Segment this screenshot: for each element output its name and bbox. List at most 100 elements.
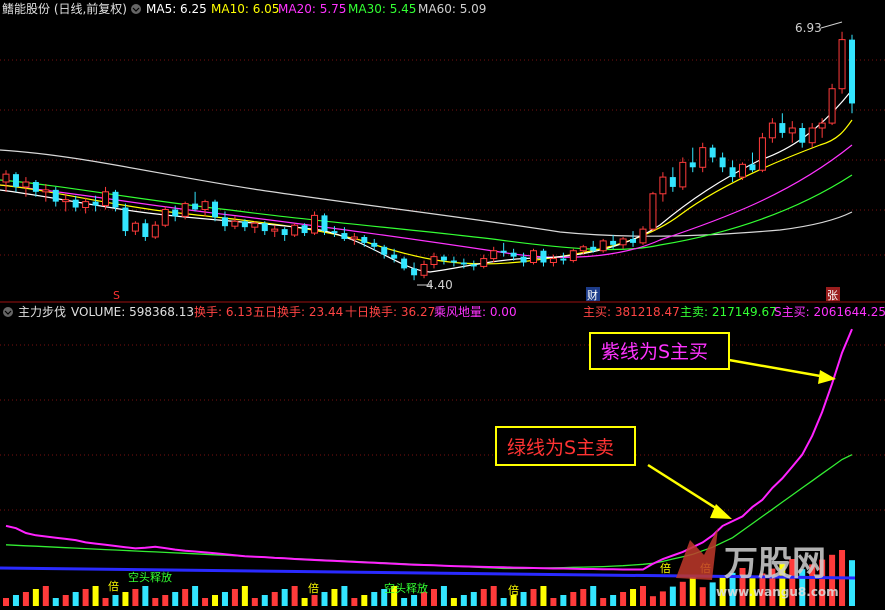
candle-body <box>520 256 527 263</box>
candle-body <box>619 238 627 246</box>
candle-body <box>251 222 259 228</box>
candle-body <box>530 250 538 264</box>
volume-bar <box>132 589 139 606</box>
candle-body <box>401 258 408 269</box>
stock-chart-window: 6.93 4.40 S 财 张 鳍能股份 (日线,前复权) MA5: 6.25 … <box>0 0 885 606</box>
volume-bar <box>321 592 328 606</box>
candle-body <box>72 199 79 208</box>
candle-body <box>610 240 617 245</box>
double-marker-3: 倍 <box>508 583 519 597</box>
volume-bar <box>301 598 308 606</box>
volume-bar <box>550 598 557 606</box>
candle-body <box>739 163 747 178</box>
volume-bar <box>520 592 527 606</box>
volume-bar <box>530 589 537 606</box>
candle-body <box>560 258 567 261</box>
candle-body <box>818 122 826 129</box>
volume-bar <box>102 598 109 606</box>
volume-readout: VOLUME: 598368.13 <box>71 305 194 319</box>
candle-body <box>549 258 557 264</box>
chart-background <box>0 0 885 606</box>
volume-bar <box>649 596 656 606</box>
zhang-marker: 张 <box>827 289 838 302</box>
chevron-down-icon[interactable] <box>131 4 141 14</box>
ten-day-turnover: 十日换手: 36.27 <box>345 305 435 319</box>
candle-body <box>201 201 209 210</box>
candle-body <box>122 207 129 232</box>
candle-body <box>271 228 279 232</box>
short-release-label-2: 空头释放 <box>384 581 428 595</box>
volume-bar <box>600 598 607 606</box>
candle-body <box>808 127 816 144</box>
volume-bar <box>570 592 577 606</box>
double-marker-4: 倍 <box>660 561 671 575</box>
stock-title: 鳍能股份 (日线,前复权) <box>2 1 127 16</box>
s-main-buy-readout: S主买: 2061644.25 <box>774 305 885 319</box>
volume-bar <box>152 598 159 606</box>
candle-body <box>450 260 457 263</box>
volume-bar <box>331 589 338 606</box>
candle-body <box>540 250 547 263</box>
volume-bar <box>490 586 497 606</box>
volume-bar <box>460 595 467 606</box>
candle-body <box>430 256 438 265</box>
volume-bar <box>659 591 666 606</box>
ma20-legend: MA20: 5.75 <box>278 2 346 16</box>
candle-body <box>480 258 488 267</box>
volume-bar <box>92 586 99 606</box>
candle-body <box>92 201 99 206</box>
candle-body <box>779 123 786 133</box>
volume-bar <box>341 586 348 606</box>
volume-bar <box>12 595 19 606</box>
volume-bar <box>699 587 706 606</box>
indicator-chevron-down-icon[interactable] <box>3 307 13 317</box>
candle-body <box>649 193 657 230</box>
watermark-brand: 万股网 <box>724 544 826 584</box>
candle-body <box>12 174 19 187</box>
volume-bar <box>172 592 179 606</box>
candle-body <box>371 242 378 247</box>
volume-bar <box>291 586 298 606</box>
volume-bar <box>540 586 547 606</box>
volume-bar <box>142 586 149 606</box>
volume-bar <box>22 592 29 606</box>
candle-body <box>719 157 726 168</box>
candle-body <box>181 203 189 217</box>
volume-bar <box>630 589 637 606</box>
candle-body <box>22 181 30 188</box>
main-sell-readout: 主卖: 217149.67 <box>680 305 777 319</box>
ma60-legend: MA60: 5.09 <box>418 2 486 16</box>
candle-body <box>341 233 348 239</box>
volume-bar <box>82 589 89 606</box>
volume-bar <box>560 595 567 606</box>
cai-marker: 财 <box>587 288 598 302</box>
candle-body <box>500 250 507 253</box>
volume-bar <box>709 582 716 606</box>
candle-body <box>420 263 428 276</box>
volume-bar <box>470 592 477 606</box>
volume-bar <box>192 586 199 606</box>
candle-body <box>679 161 687 188</box>
volume-bar <box>401 598 408 606</box>
candle-body <box>42 189 50 193</box>
volume-bar <box>679 581 686 606</box>
volume-bar <box>231 589 238 606</box>
candle-body <box>62 199 70 203</box>
candle-body <box>281 229 288 236</box>
volume-bar <box>590 586 597 606</box>
candle-body <box>659 176 667 195</box>
volume-bar <box>212 595 219 606</box>
volume-bar <box>251 598 258 606</box>
volume-bar <box>849 560 855 606</box>
candle-body <box>828 88 836 124</box>
volume-bar <box>639 586 646 606</box>
candle-body <box>331 231 338 234</box>
candle-body <box>689 162 696 168</box>
double-marker-1: 倍 <box>108 579 119 593</box>
volume-bar <box>62 595 69 606</box>
low-price-label: 4.40 <box>426 278 453 292</box>
volume-bar <box>32 589 39 606</box>
candle-body <box>639 228 647 244</box>
candle-body <box>291 224 299 236</box>
ma10-legend: MA10: 6.05 <box>211 2 279 16</box>
